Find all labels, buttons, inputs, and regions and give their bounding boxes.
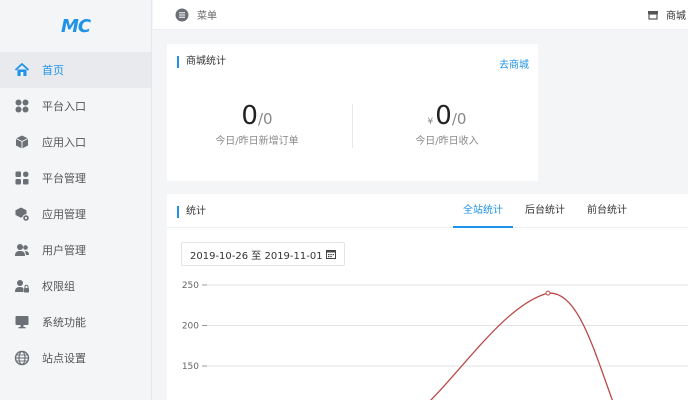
home-icon — [14, 62, 30, 78]
sidebar-item-label: 平台管理 — [42, 172, 86, 185]
go-to-mall-link[interactable]: 去商城 — [499, 56, 529, 71]
sidebar-item-6[interactable]: 权限组 — [0, 268, 151, 304]
top-bar: 菜单 商城 — [153, 0, 688, 30]
mall-stats-title: 商城统计 — [177, 56, 226, 68]
sidebar-item-label: 平台入口 — [42, 100, 86, 113]
cube-icon — [14, 134, 30, 150]
data-point[interactable] — [545, 290, 551, 296]
sidebar-item-label: 应用管理 — [42, 208, 86, 221]
orders-stat: 0/0 今日/昨日新增订单 — [167, 102, 347, 147]
menu-icon[interactable] — [175, 8, 189, 22]
statistics-card: 统计 全站统计 后台统计 前台统计 2019-10-26 至 2019-11-0… — [167, 194, 688, 400]
shop-label: 商城 — [666, 11, 686, 22]
sidebar-item-label: 权限组 — [42, 280, 75, 293]
sidebar-item-3[interactable]: 平台管理 — [0, 160, 151, 196]
sidebar-item-label: 站点设置 — [42, 352, 86, 365]
sidebar: MC 首页平台入口应用入口平台管理应用管理用户管理权限组系统功能站点设置 — [0, 0, 152, 400]
currency-symbol: ¥ — [427, 117, 434, 127]
sidebar-nav: 首页平台入口应用入口平台管理应用管理用户管理权限组系统功能站点设置 — [0, 52, 151, 376]
menu-label[interactable]: 菜单 — [197, 7, 217, 22]
sidebar-item-label: 首页 — [42, 64, 64, 77]
logo[interactable]: MC — [0, 0, 151, 52]
income-yesterday: /0 — [451, 110, 467, 128]
apps-icon — [14, 170, 30, 186]
income-label: 今日/昨日收入 — [415, 136, 479, 147]
orders-today: 0 — [241, 101, 258, 131]
sidebar-item-7[interactable]: 系统功能 — [0, 304, 151, 340]
sidebar-item-1[interactable]: 平台入口 — [0, 88, 151, 124]
store-icon — [646, 8, 660, 22]
mall-stats-card: 商城统计 去商城 0/0 今日/昨日新增订单 ¥0/0 今日/昨日收入 — [167, 44, 538, 181]
grid-icon — [14, 98, 30, 114]
user-lock-icon — [14, 278, 30, 294]
cube-gear-icon — [14, 206, 30, 222]
sidebar-item-label: 系统功能 — [42, 316, 86, 329]
orders-label: 今日/昨日新增订单 — [215, 136, 299, 147]
statistics-line-chart: 250 200 150 — [182, 281, 688, 400]
sidebar-item-4[interactable]: 应用管理 — [0, 196, 151, 232]
y-tick-label: 200 — [182, 322, 199, 332]
orders-yesterday: /0 — [257, 110, 273, 128]
sidebar-item-label: 用户管理 — [42, 244, 86, 257]
monitor-icon — [14, 314, 30, 330]
sidebar-item-0[interactable]: 首页 — [0, 52, 151, 88]
globe-icon — [14, 350, 30, 366]
income-stat: ¥0/0 今日/昨日收入 — [357, 102, 537, 147]
income-today: 0 — [435, 101, 452, 131]
shop-link[interactable]: 商城 — [646, 7, 686, 22]
sidebar-item-8[interactable]: 站点设置 — [0, 340, 151, 376]
series-line — [430, 292, 613, 400]
stats-divider — [352, 104, 353, 148]
sidebar-item-2[interactable]: 应用入口 — [0, 124, 151, 160]
sidebar-item-label: 应用入口 — [42, 136, 86, 149]
users-icon — [14, 242, 30, 258]
sidebar-item-5[interactable]: 用户管理 — [0, 232, 151, 268]
y-tick-label: 250 — [182, 281, 199, 291]
y-tick-label: 150 — [182, 362, 199, 372]
